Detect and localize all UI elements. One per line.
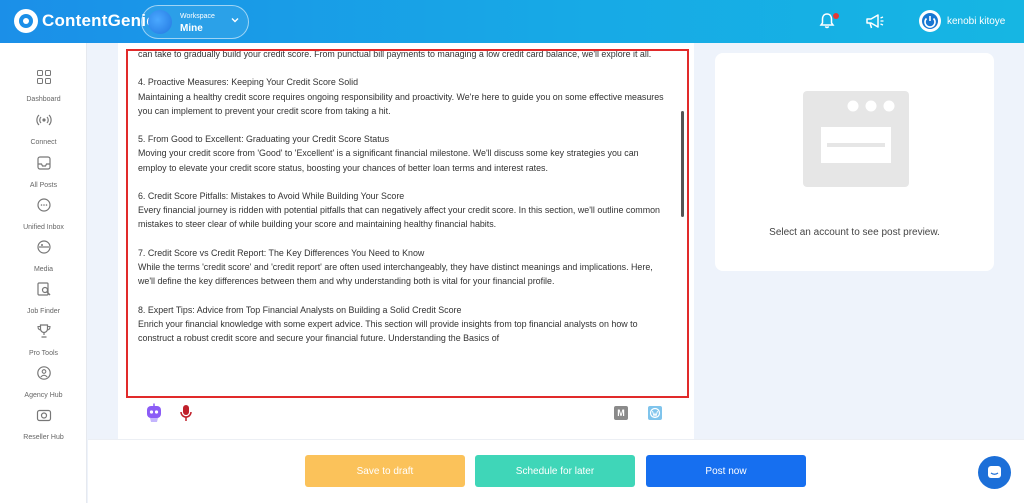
save-to-draft-button[interactable]: Save to draft (305, 455, 465, 487)
logo-icon (14, 9, 38, 33)
editor-paragraph: 6. Credit Score Pitfalls: Mistakes to Av… (138, 190, 660, 230)
sidebar-item-label: All Posts (29, 182, 58, 189)
editor-paragraph: 5. From Good to Excellent: Graduating yo… (138, 134, 639, 173)
inbox-tray-icon (36, 156, 51, 170)
sidebar-item-dashboard[interactable]: Dashboard (0, 69, 87, 106)
help-chat-button[interactable] (978, 456, 1011, 489)
top-bar: ContentGenie Workspace Mine kenobi kitoy… (0, 0, 1024, 43)
sidebar-item-media[interactable]: Media (0, 239, 87, 276)
post-preview-panel: Select an account to see post preview. (715, 53, 994, 271)
sidebar-item-unified-inbox[interactable]: Unified Inbox (0, 197, 87, 234)
grid-icon (36, 70, 51, 84)
user-avatar[interactable] (919, 10, 941, 32)
people-icon (36, 366, 51, 380)
sidebar-item-label: Dashboard (26, 96, 61, 103)
editor-text[interactable]: can take to gradually build your credit … (138, 49, 668, 359)
chat-bubble-icon (36, 198, 51, 212)
sidebar-item-label: Pro Tools (28, 350, 59, 357)
sidebar-item-pro-tools[interactable]: Pro Tools (0, 323, 87, 360)
sidebar-item-label: Job Finder (26, 308, 61, 315)
editor-paragraph: 8. Expert Tips: Advice from Top Financia… (138, 304, 638, 343)
brand-logo[interactable]: ContentGenie (14, 9, 156, 33)
camera-icon (36, 409, 51, 422)
chevron-down-icon (230, 15, 240, 28)
sidebar-item-label: Media (33, 266, 54, 273)
workspace-avatar (148, 10, 172, 34)
wordpress-icon[interactable] (648, 406, 662, 420)
schedule-for-later-button[interactable]: Schedule for later (475, 455, 635, 487)
medium-icon[interactable]: M (614, 406, 628, 420)
broadcast-icon (35, 114, 52, 126)
post-now-button[interactable]: Post now (646, 455, 806, 487)
browser-window-icon (803, 91, 909, 187)
editor-paragraph: 7. Credit Score vs Credit Report: The Ke… (138, 247, 653, 287)
editor-toolbar (126, 398, 689, 430)
trophy-icon (36, 324, 51, 338)
sidebar-item-agency-hub[interactable]: Agency Hub (0, 365, 87, 402)
search-doc-icon (36, 282, 50, 296)
workspace-name: Mine (180, 23, 203, 34)
sidebar-item-label: Reseller Hub (23, 434, 64, 441)
preview-message: Select an account to see post preview. (769, 227, 940, 238)
editor-scrollbar[interactable] (681, 111, 684, 217)
workspace-selector[interactable]: Workspace Mine (141, 5, 249, 39)
sidebar-item-connect[interactable]: Connect (0, 112, 87, 149)
microphone-icon[interactable] (179, 404, 193, 422)
sidebar-item-label: Agency Hub (24, 392, 63, 399)
workspace-caption: Workspace (180, 13, 215, 20)
notification-dot (833, 13, 839, 19)
brand-name: ContentGenie (42, 11, 156, 30)
sidebar-item-label: Unified Inbox (23, 224, 64, 231)
ai-assistant-icon[interactable] (145, 403, 163, 423)
sidebar-item-all-posts[interactable]: All Posts (0, 155, 87, 192)
sidebar-item-label: Connect (30, 139, 57, 146)
sidebar-item-job-finder[interactable]: Job Finder (0, 281, 87, 318)
megaphone-icon[interactable] (865, 12, 885, 30)
editor-paragraph: can take to gradually build your credit … (138, 49, 652, 59)
user-name[interactable]: kenobi kitoye (947, 16, 1005, 27)
chat-icon (988, 466, 1001, 478)
editor-paragraph: 4. Proactive Measures: Keeping Your Cred… (138, 77, 664, 116)
sidebar: Dashboard Connect All Posts Unified Inbo… (0, 43, 87, 503)
media-icon (36, 240, 51, 254)
sidebar-item-reseller-hub[interactable]: Reseller Hub (0, 407, 87, 444)
post-content-editor[interactable]: can take to gradually build your credit … (126, 49, 689, 398)
